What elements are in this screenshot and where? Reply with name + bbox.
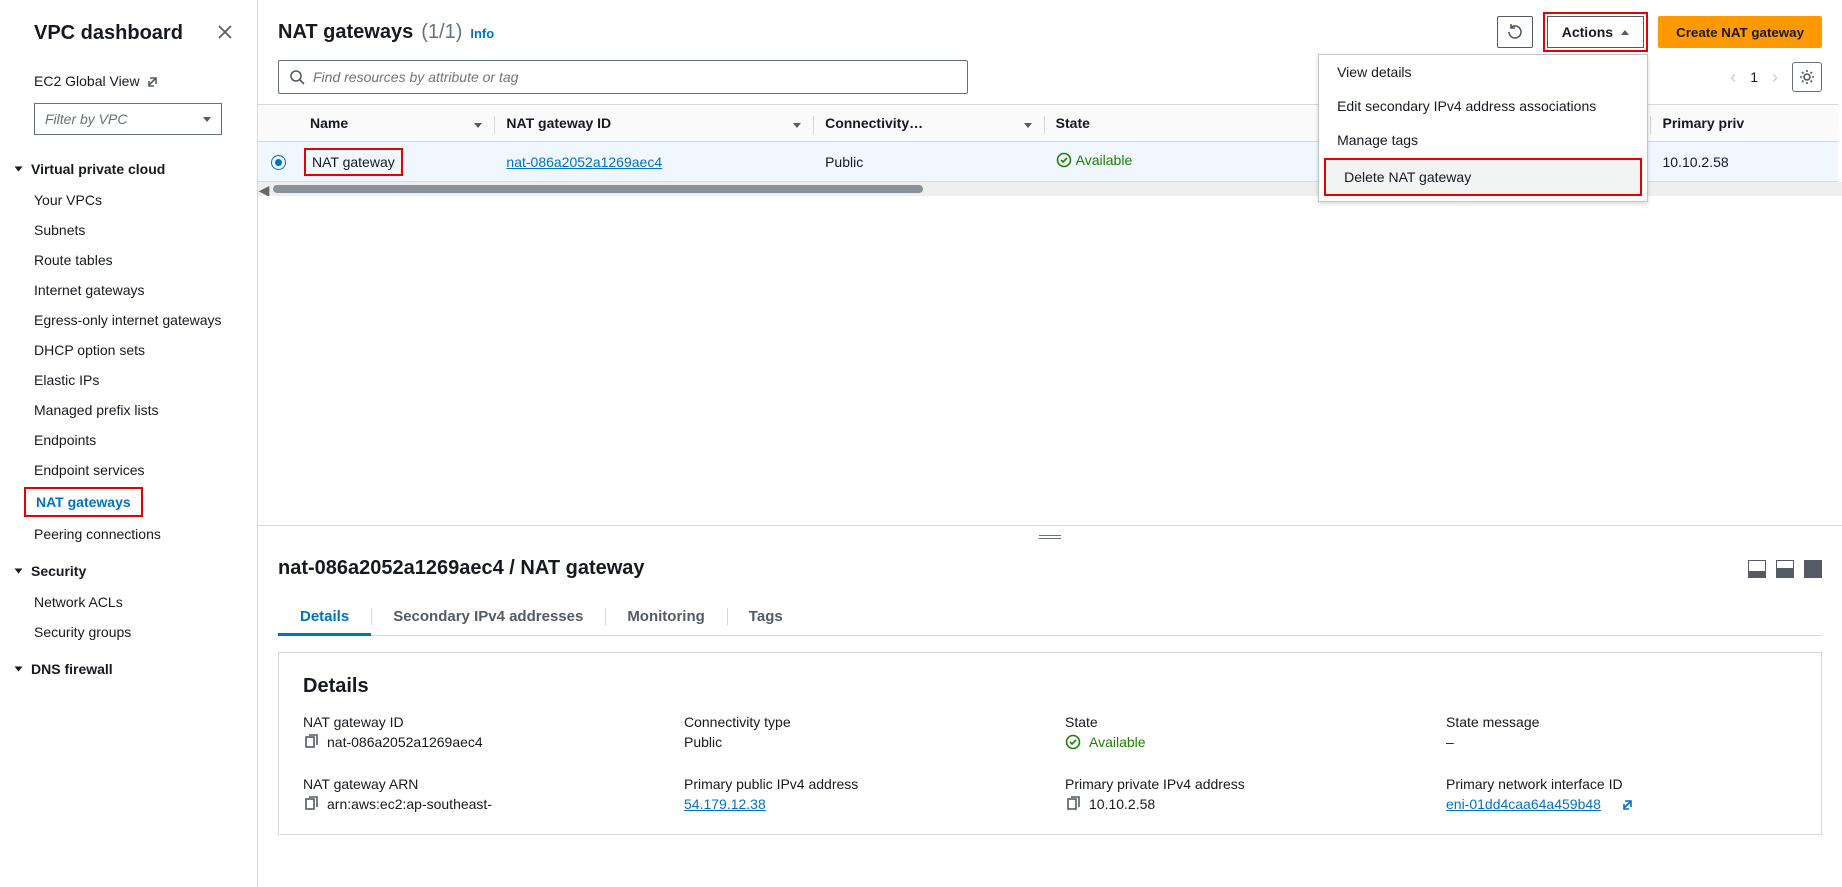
field-pub-label: Primary public IPv4 address <box>684 776 1035 792</box>
nav-managed-prefix-lists[interactable]: Managed prefix lists <box>16 395 247 425</box>
field-priv-label: Primary private IPv4 address <box>1065 776 1416 792</box>
page-title: NAT gateways <box>278 21 413 44</box>
external-link-icon <box>1621 798 1634 811</box>
pagination: ‹ 1 › <box>1730 62 1822 92</box>
page-count: (1/1) <box>421 21 462 44</box>
action-view-details[interactable]: View details <box>1319 55 1647 89</box>
col-name[interactable]: Name <box>298 105 494 142</box>
page-next-button[interactable]: › <box>1772 67 1778 88</box>
close-sidebar-button[interactable] <box>213 20 237 47</box>
panel-size-full-button[interactable] <box>1804 560 1822 578</box>
nav-nat-gateways[interactable]: NAT gateways <box>24 487 143 517</box>
create-nat-gateway-button[interactable]: Create NAT gateway <box>1658 16 1822 48</box>
tab-tags[interactable]: Tags <box>727 598 805 635</box>
main-content: NAT gateways (1/1) Info Actions View det… <box>258 0 1842 887</box>
section-security-toggle[interactable]: Security <box>16 555 247 587</box>
field-msg-value: – <box>1446 734 1797 750</box>
field-pub-value-link[interactable]: 54.179.12.38 <box>684 796 766 812</box>
col-select <box>258 105 298 142</box>
field-arn-value: arn:aws:ec2:ap-southeast- <box>327 796 492 812</box>
field-conn-value: Public <box>684 734 1035 750</box>
copy-icon[interactable] <box>303 734 319 750</box>
nav-internet-gateways[interactable]: Internet gateways <box>16 275 247 305</box>
caret-icon <box>15 569 23 574</box>
row-state: Available <box>1056 152 1133 168</box>
row-radio[interactable] <box>271 155 286 170</box>
detail-title: nat-086a2052a1269aec4 / NAT gateway <box>278 557 645 580</box>
field-conn-label: Connectivity type <box>684 714 1035 730</box>
section-dns-firewall-toggle[interactable]: DNS firewall <box>16 653 247 685</box>
details-card-title: Details <box>303 675 1797 698</box>
nav-route-tables[interactable]: Route tables <box>16 245 247 275</box>
col-connectivity[interactable]: Connectivity… <box>813 105 1044 142</box>
field-state-value: Available <box>1065 734 1416 750</box>
sidebar-title: VPC dashboard <box>34 22 183 45</box>
nav-security-groups[interactable]: Security groups <box>16 617 247 647</box>
page-number: 1 <box>1750 69 1758 85</box>
field-eni-value-link[interactable]: eni-01dd4caa64a459b48 <box>1446 796 1601 812</box>
chevron-down-icon <box>203 117 211 122</box>
refresh-button[interactable] <box>1497 16 1533 48</box>
sidebar: VPC dashboard EC2 Global View Filter by … <box>0 0 258 887</box>
col-state[interactable]: State <box>1044 105 1222 142</box>
field-eni-label: Primary network interface ID <box>1446 776 1797 792</box>
ec2-global-view-link[interactable]: EC2 Global View <box>16 61 159 103</box>
field-id-value: nat-086a2052a1269aec4 <box>327 734 483 750</box>
nav-egress-only-igw[interactable]: Egress-only internet gateways <box>16 305 247 335</box>
caret-icon <box>15 167 23 172</box>
nav-peering-connections[interactable]: Peering connections <box>16 519 247 549</box>
action-manage-tags[interactable]: Manage tags <box>1319 123 1647 157</box>
actions-dropdown: View details Edit secondary IPv4 address… <box>1318 54 1648 202</box>
table-settings-button[interactable] <box>1792 62 1822 92</box>
row-name: NAT gateway <box>304 148 403 176</box>
field-id-label: NAT gateway ID <box>303 714 654 730</box>
caret-icon <box>15 667 23 672</box>
detail-tabs: Details Secondary IPv4 addresses Monitor… <box>278 598 1822 636</box>
copy-icon[interactable] <box>303 796 319 812</box>
search-box[interactable] <box>278 60 968 94</box>
external-link-icon <box>146 75 159 88</box>
panel-resize-handle[interactable] <box>258 525 1842 547</box>
field-msg-label: State message <box>1446 714 1797 730</box>
field-arn-label: NAT gateway ARN <box>303 776 654 792</box>
row-private-ip: 10.10.2.58 <box>1650 142 1838 182</box>
panel-size-medium-button[interactable] <box>1776 560 1794 578</box>
nav-network-acls[interactable]: Network ACLs <box>16 587 247 617</box>
section-vpc-toggle[interactable]: Virtual private cloud <box>16 153 247 185</box>
nav-endpoint-services[interactable]: Endpoint services <box>16 455 247 485</box>
search-icon <box>289 69 305 85</box>
field-priv-value: 10.10.2.58 <box>1089 796 1155 812</box>
details-card: Details NAT gateway ID nat-086a2052a1269… <box>278 652 1822 835</box>
action-edit-secondary-ipv4[interactable]: Edit secondary IPv4 address associations <box>1319 89 1647 123</box>
action-delete-nat-gateway[interactable]: Delete NAT gateway <box>1324 158 1642 196</box>
detail-panel: nat-086a2052a1269aec4 / NAT gateway Deta… <box>258 547 1842 887</box>
nav-endpoints[interactable]: Endpoints <box>16 425 247 455</box>
row-connectivity: Public <box>813 142 1044 182</box>
nav-elastic-ips[interactable]: Elastic IPs <box>16 365 247 395</box>
tab-secondary-ipv4[interactable]: Secondary IPv4 addresses <box>371 598 605 635</box>
actions-button[interactable]: Actions <box>1547 16 1644 48</box>
copy-icon[interactable] <box>1065 796 1081 812</box>
nav-dhcp-option-sets[interactable]: DHCP option sets <box>16 335 247 365</box>
row-nat-id-link[interactable]: nat-086a2052a1269aec4 <box>506 154 662 170</box>
page-prev-button[interactable]: ‹ <box>1730 67 1736 88</box>
info-link[interactable]: Info <box>470 26 494 41</box>
search-input[interactable] <box>313 69 957 85</box>
col-nat-id[interactable]: NAT gateway ID <box>494 105 813 142</box>
field-state-label: State <box>1065 714 1416 730</box>
filter-by-vpc-select[interactable]: Filter by VPC <box>34 103 222 135</box>
nav-your-vpcs[interactable]: Your VPCs <box>16 185 247 215</box>
tab-monitoring[interactable]: Monitoring <box>605 598 726 635</box>
col-private-ip[interactable]: Primary priv <box>1650 105 1838 142</box>
chevron-up-icon <box>1621 30 1629 35</box>
nav-subnets[interactable]: Subnets <box>16 215 247 245</box>
panel-size-small-button[interactable] <box>1748 560 1766 578</box>
tab-details[interactable]: Details <box>278 598 371 635</box>
